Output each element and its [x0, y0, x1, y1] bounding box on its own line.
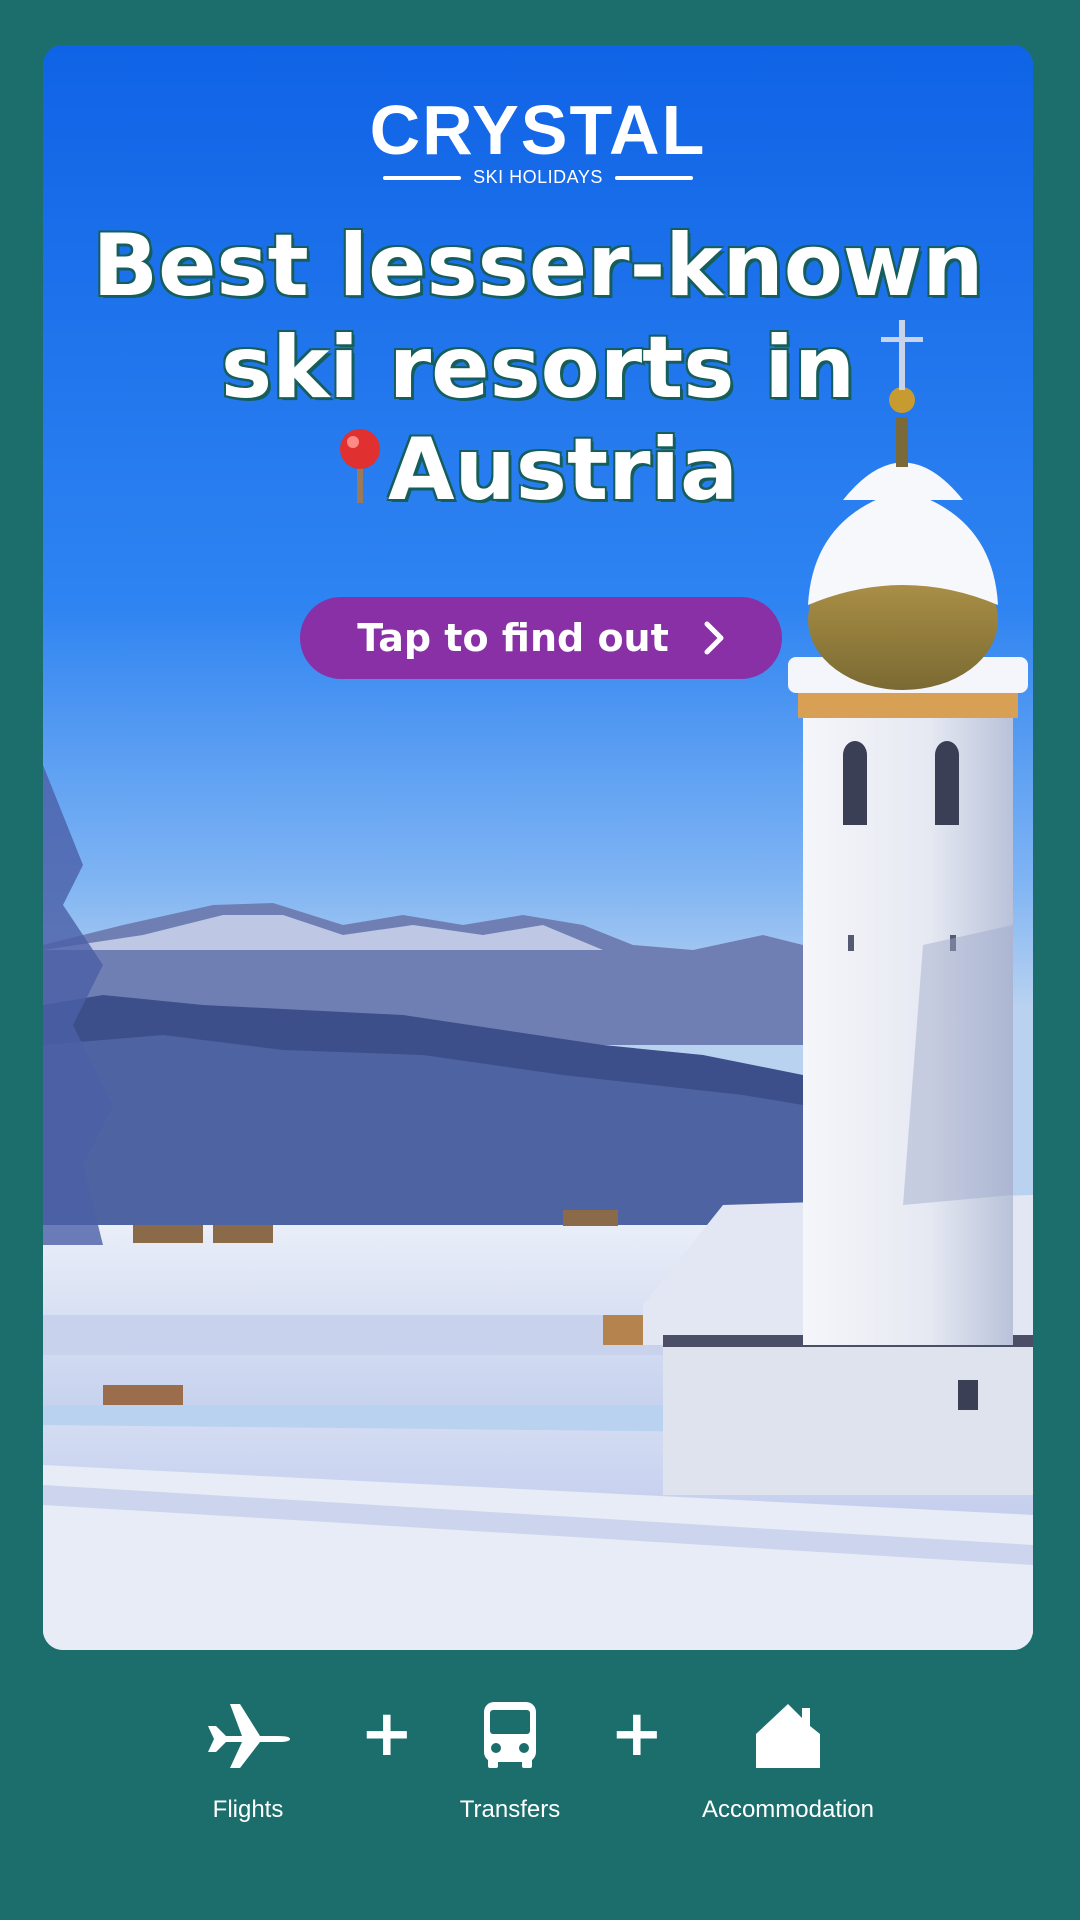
brand-tagline: SKI HOLIDAYS — [473, 167, 603, 187]
house-icon — [756, 1704, 820, 1768]
map-pin-icon — [339, 429, 380, 503]
brand-logo: CRYSTAL SKI HOLIDAYS — [43, 95, 1033, 188]
feature-transfers: Transfers — [390, 1700, 630, 1824]
cta-label: Tap to find out — [357, 616, 669, 660]
tagline-rule-right — [614, 175, 693, 180]
feature-label-accommodation: Accommodation — [701, 1796, 875, 1823]
feature-flights: Flights — [128, 1700, 368, 1824]
headline-line-1: Best lesser-known — [92, 216, 984, 316]
ad-page: CRYSTAL SKI HOLIDAYS Best lesser-known s… — [0, 0, 1080, 1920]
plane-icon — [208, 1704, 290, 1768]
feature-label-transfers: Transfers — [459, 1796, 561, 1823]
feature-accommodation: Accommodation — [668, 1700, 908, 1824]
chevron-right-icon — [704, 621, 724, 655]
bus-icon — [484, 1702, 536, 1768]
brand-name: CRYSTAL — [369, 91, 707, 169]
headline-line-2: ski resorts in — [220, 318, 856, 418]
brand-tagline-row: SKI HOLIDAYS — [43, 167, 1033, 188]
included-features: Flights + Transfers + Accommodation — [0, 1700, 1080, 1860]
tap-to-find-out-button[interactable]: Tap to find out — [300, 597, 782, 679]
tagline-rule-left — [383, 175, 462, 180]
hero-card[interactable]: CRYSTAL SKI HOLIDAYS Best lesser-known s… — [43, 45, 1033, 1650]
plus-separator-2: + — [610, 1697, 664, 1771]
headline: Best lesser-known ski resorts in Austria — [43, 215, 1033, 521]
feature-label-flights: Flights — [212, 1796, 284, 1823]
headline-line-3: Austria — [387, 420, 738, 520]
headline-line-3-row: Austria — [43, 419, 1033, 521]
